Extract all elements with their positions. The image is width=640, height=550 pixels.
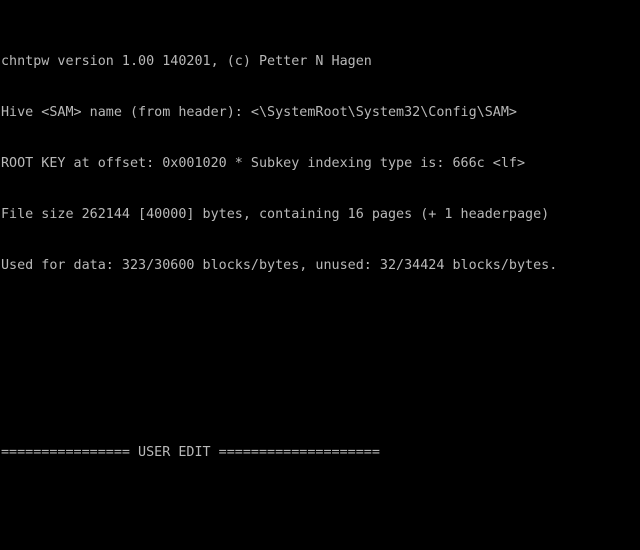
hive-name-line: Hive <SAM> name (from header): <\SystemR… [1,105,517,120]
version-line: chntpw version 1.00 140201, (c) Petter N… [1,54,372,69]
user-edit-banner: ================ USER EDIT =============… [1,445,380,460]
root-key-line: ROOT KEY at offset: 0x001020 * Subkey in… [1,156,526,171]
terminal-output: chntpw version 1.00 140201, (c) Petter N… [1,2,640,550]
terminal-screen[interactable]: chntpw 1.00 140201 chntpw version 1.00 1… [0,0,640,550]
used-for-data-line: Used for data: 323/30600 blocks/bytes, u… [1,258,558,273]
file-size-line: File size 262144 [40000] bytes, containi… [1,207,550,222]
